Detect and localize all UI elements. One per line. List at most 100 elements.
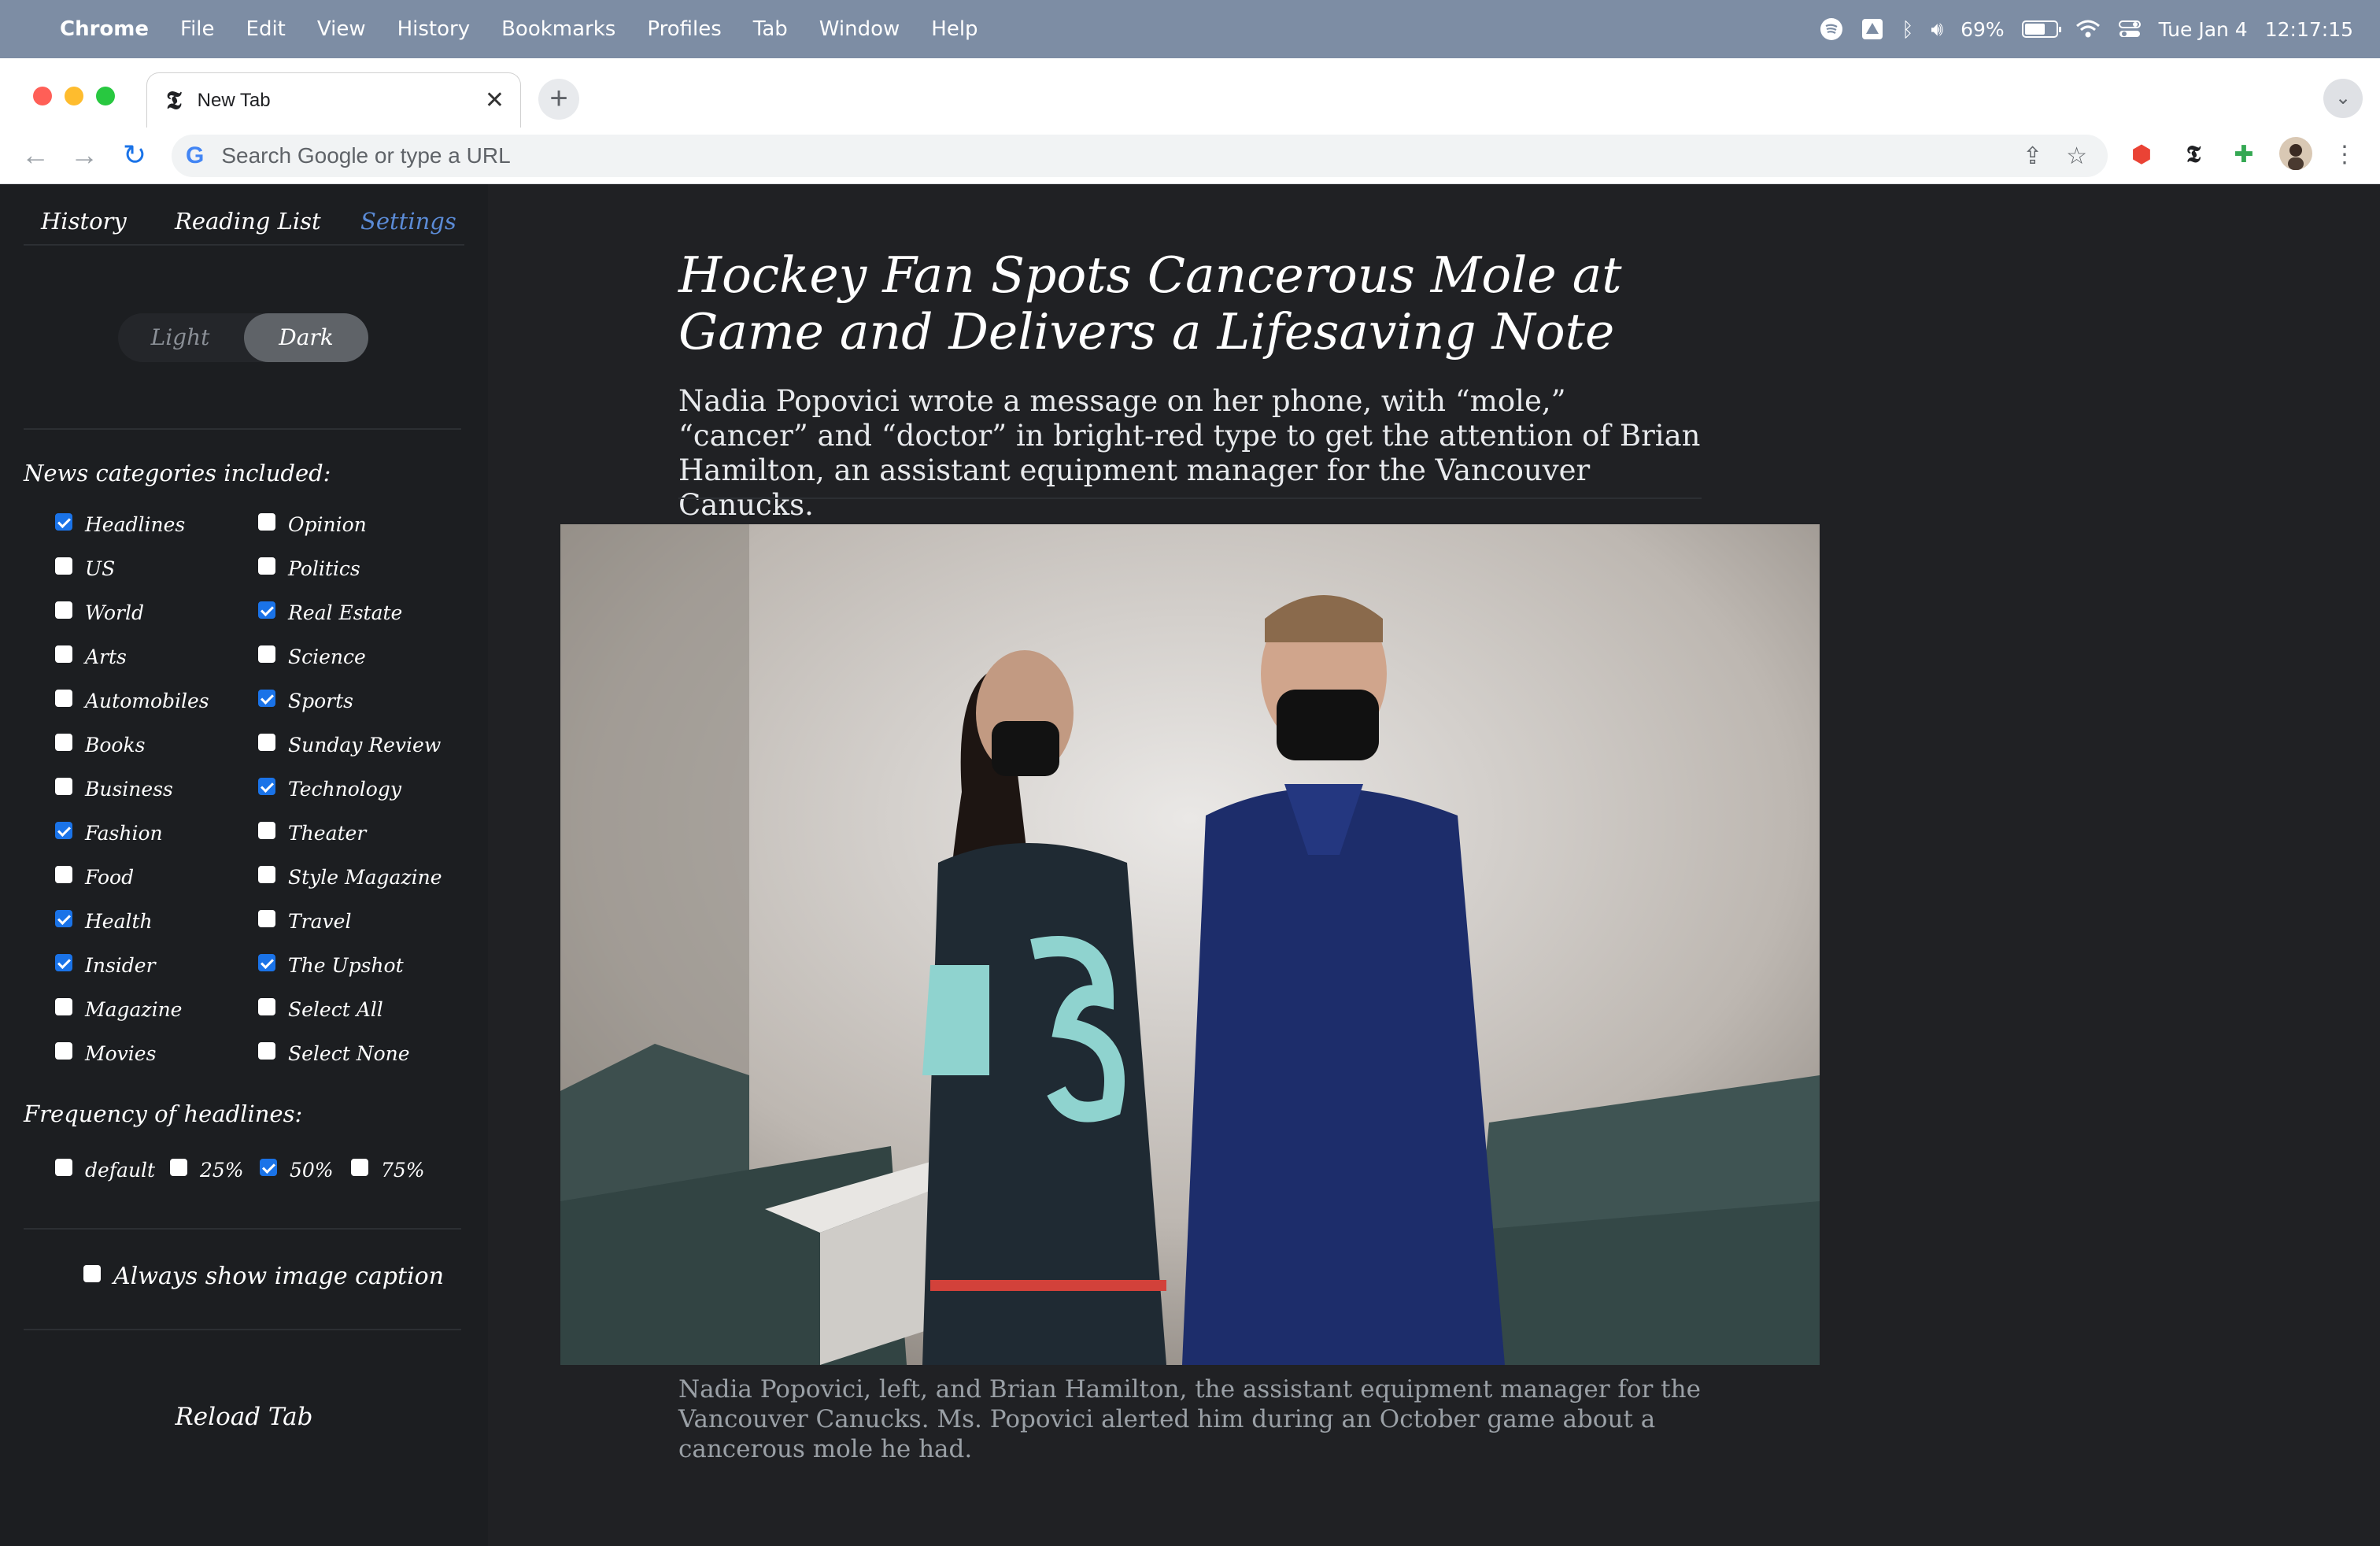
frequency-checkbox[interactable] bbox=[351, 1158, 368, 1176]
frequency-option[interactable]: 25% bbox=[170, 1158, 244, 1182]
zoom-window-button[interactable] bbox=[96, 87, 115, 105]
menu-help[interactable]: Help bbox=[931, 17, 978, 41]
menu-window[interactable]: Window bbox=[819, 17, 900, 41]
category-checkbox[interactable] bbox=[55, 865, 72, 883]
menu-view[interactable]: View bbox=[317, 17, 366, 41]
category-checkbox[interactable] bbox=[258, 601, 275, 619]
category-checkbox[interactable] bbox=[258, 953, 275, 971]
category-option[interactable]: Insider bbox=[55, 953, 156, 977]
tab-history[interactable]: History bbox=[41, 208, 127, 235]
category-option[interactable]: Arts bbox=[55, 645, 127, 668]
category-option[interactable]: Politics bbox=[258, 557, 360, 580]
tab-reading-list[interactable]: Reading List bbox=[175, 208, 321, 235]
category-option[interactable]: Select All bbox=[258, 997, 383, 1021]
article-photo[interactable] bbox=[560, 524, 1820, 1365]
category-option[interactable]: Opinion bbox=[258, 512, 367, 536]
category-option[interactable]: Real Estate bbox=[258, 601, 402, 624]
minimize-window-button[interactable] bbox=[65, 87, 83, 105]
menu-bookmarks[interactable]: Bookmarks bbox=[501, 17, 615, 41]
theme-toggle[interactable]: Light Dark bbox=[118, 313, 368, 362]
bookmark-star-icon[interactable]: ☆ bbox=[2066, 142, 2087, 170]
category-option[interactable]: Food bbox=[55, 865, 134, 889]
caption-checkbox[interactable] bbox=[83, 1264, 101, 1282]
chrome-menu-icon[interactable]: ⋮ bbox=[2326, 137, 2363, 173]
frequency-option[interactable]: 50% bbox=[260, 1158, 334, 1182]
category-checkbox[interactable] bbox=[55, 601, 72, 619]
menubar-time[interactable]: 12:17:15 bbox=[2265, 18, 2353, 41]
category-option[interactable]: Books bbox=[55, 733, 145, 756]
frequency-checkbox[interactable] bbox=[170, 1158, 187, 1176]
category-checkbox[interactable] bbox=[55, 821, 72, 839]
back-arrow-icon[interactable]: ← bbox=[16, 135, 55, 175]
wifi-icon[interactable] bbox=[2075, 19, 2101, 39]
category-option[interactable]: Movies bbox=[55, 1041, 156, 1065]
frequency-checkbox[interactable] bbox=[260, 1158, 277, 1176]
menu-tab[interactable]: Tab bbox=[753, 17, 788, 41]
profile-avatar[interactable] bbox=[2278, 137, 2314, 173]
category-checkbox[interactable] bbox=[55, 1041, 72, 1060]
omnibox-placeholder[interactable]: Search Google or type a URL bbox=[221, 143, 510, 168]
category-checkbox[interactable] bbox=[55, 953, 72, 971]
category-checkbox[interactable] bbox=[258, 821, 275, 839]
share-icon[interactable]: ⇪ bbox=[2023, 142, 2042, 170]
category-checkbox[interactable] bbox=[55, 909, 72, 927]
volume-icon[interactable]: 🔊︎ bbox=[1931, 17, 1943, 41]
forward-arrow-icon[interactable]: → bbox=[65, 135, 104, 175]
category-option[interactable]: Theater bbox=[258, 821, 366, 845]
reload-icon[interactable]: ↻ bbox=[115, 135, 154, 175]
category-checkbox[interactable] bbox=[258, 645, 275, 663]
category-checkbox[interactable] bbox=[55, 997, 72, 1015]
close-tab-icon[interactable]: ✕ bbox=[485, 87, 504, 114]
nyt-extension-icon[interactable]: 𝕿 bbox=[2175, 137, 2212, 173]
frequency-option[interactable]: default bbox=[55, 1158, 155, 1182]
category-checkbox[interactable] bbox=[258, 557, 275, 575]
adblock-extension-icon[interactable]: ⬢ bbox=[2123, 137, 2160, 173]
category-option[interactable]: Fashion bbox=[55, 821, 163, 845]
category-checkbox[interactable] bbox=[55, 512, 72, 531]
spotify-icon[interactable] bbox=[1820, 17, 1843, 41]
category-option[interactable]: Headlines bbox=[55, 512, 185, 536]
category-option[interactable]: Select None bbox=[258, 1041, 410, 1065]
category-option[interactable]: Magazine bbox=[55, 997, 182, 1021]
category-checkbox[interactable] bbox=[55, 557, 72, 575]
category-checkbox[interactable] bbox=[55, 645, 72, 663]
category-checkbox[interactable] bbox=[258, 865, 275, 883]
control-center-icon[interactable] bbox=[2118, 19, 2142, 39]
category-option[interactable]: World bbox=[55, 601, 144, 624]
category-option[interactable]: Travel bbox=[258, 909, 351, 933]
menubar-date[interactable]: Tue Jan 4 bbox=[2159, 18, 2248, 41]
category-option[interactable]: Technology bbox=[258, 777, 401, 801]
new-tab-button[interactable]: + bbox=[538, 79, 579, 120]
category-option[interactable]: Style Magazine bbox=[258, 865, 442, 889]
frequency-checkbox[interactable] bbox=[55, 1158, 72, 1176]
category-checkbox[interactable] bbox=[258, 689, 275, 707]
category-option[interactable]: US bbox=[55, 557, 115, 580]
category-option[interactable]: The Upshot bbox=[258, 953, 404, 977]
category-checkbox[interactable] bbox=[258, 512, 275, 531]
category-checkbox[interactable] bbox=[258, 997, 275, 1015]
tab-new-tab[interactable]: 𝕿 New Tab ✕ bbox=[146, 72, 521, 128]
category-checkbox[interactable] bbox=[258, 909, 275, 927]
close-window-button[interactable] bbox=[33, 87, 52, 105]
battery-icon[interactable] bbox=[2021, 20, 2061, 38]
extensions-puzzle-icon[interactable]: ✚ bbox=[2226, 137, 2262, 173]
category-checkbox[interactable] bbox=[258, 777, 275, 795]
category-checkbox[interactable] bbox=[55, 777, 72, 795]
menu-history[interactable]: History bbox=[397, 17, 471, 41]
category-option[interactable]: Business bbox=[55, 777, 173, 801]
category-checkbox[interactable] bbox=[258, 733, 275, 751]
drive-icon[interactable] bbox=[1861, 17, 1884, 41]
menu-app-name[interactable]: Chrome bbox=[60, 17, 149, 41]
theme-dark-option[interactable]: Dark bbox=[244, 313, 368, 362]
category-checkbox[interactable] bbox=[55, 689, 72, 707]
category-option[interactable]: Science bbox=[258, 645, 366, 668]
menu-profiles[interactable]: Profiles bbox=[647, 17, 721, 41]
menu-edit[interactable]: Edit bbox=[246, 17, 286, 41]
tab-settings[interactable]: Settings bbox=[360, 208, 456, 235]
category-checkbox[interactable] bbox=[55, 733, 72, 751]
article-headline[interactable]: Hockey Fan Spots Cancerous Mole at Game … bbox=[678, 247, 1717, 361]
category-option[interactable]: Sunday Review bbox=[258, 733, 441, 756]
tab-search-button[interactable]: ⌄ bbox=[2323, 79, 2363, 118]
category-option[interactable]: Sports bbox=[258, 689, 353, 712]
menu-file[interactable]: File bbox=[180, 17, 215, 41]
